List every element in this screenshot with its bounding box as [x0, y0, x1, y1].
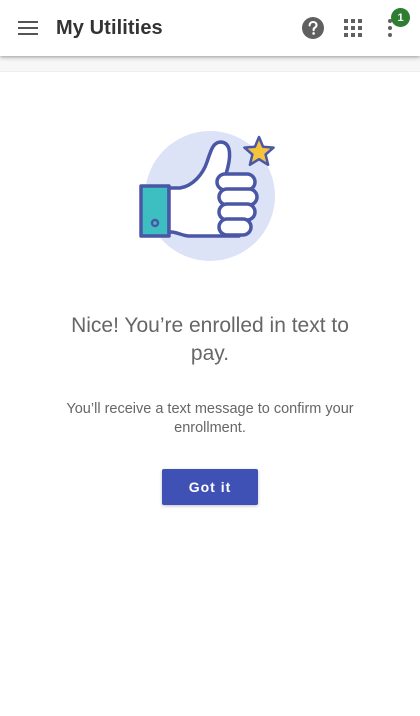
toolbar-divider-strip	[0, 56, 420, 72]
app-bar: My Utilities 1	[0, 0, 420, 56]
apps-button[interactable]	[339, 14, 367, 42]
menu-button[interactable]	[10, 10, 46, 46]
help-circle-icon	[302, 17, 324, 39]
app-title: My Utilities	[56, 17, 163, 39]
notification-badge[interactable]: 1	[391, 8, 410, 27]
thumbs-up-star-illustration	[139, 131, 275, 261]
apps-grid-icon	[344, 19, 362, 37]
help-button[interactable]	[299, 14, 327, 42]
confirmation-message: You’ll receive a text message to confirm…	[66, 401, 354, 436]
got-it-button[interactable]: Got it	[162, 469, 258, 505]
confirmation-headline: Nice! You’re enrolled in text to pay.	[71, 314, 349, 365]
hamburger-menu-icon	[18, 21, 38, 35]
